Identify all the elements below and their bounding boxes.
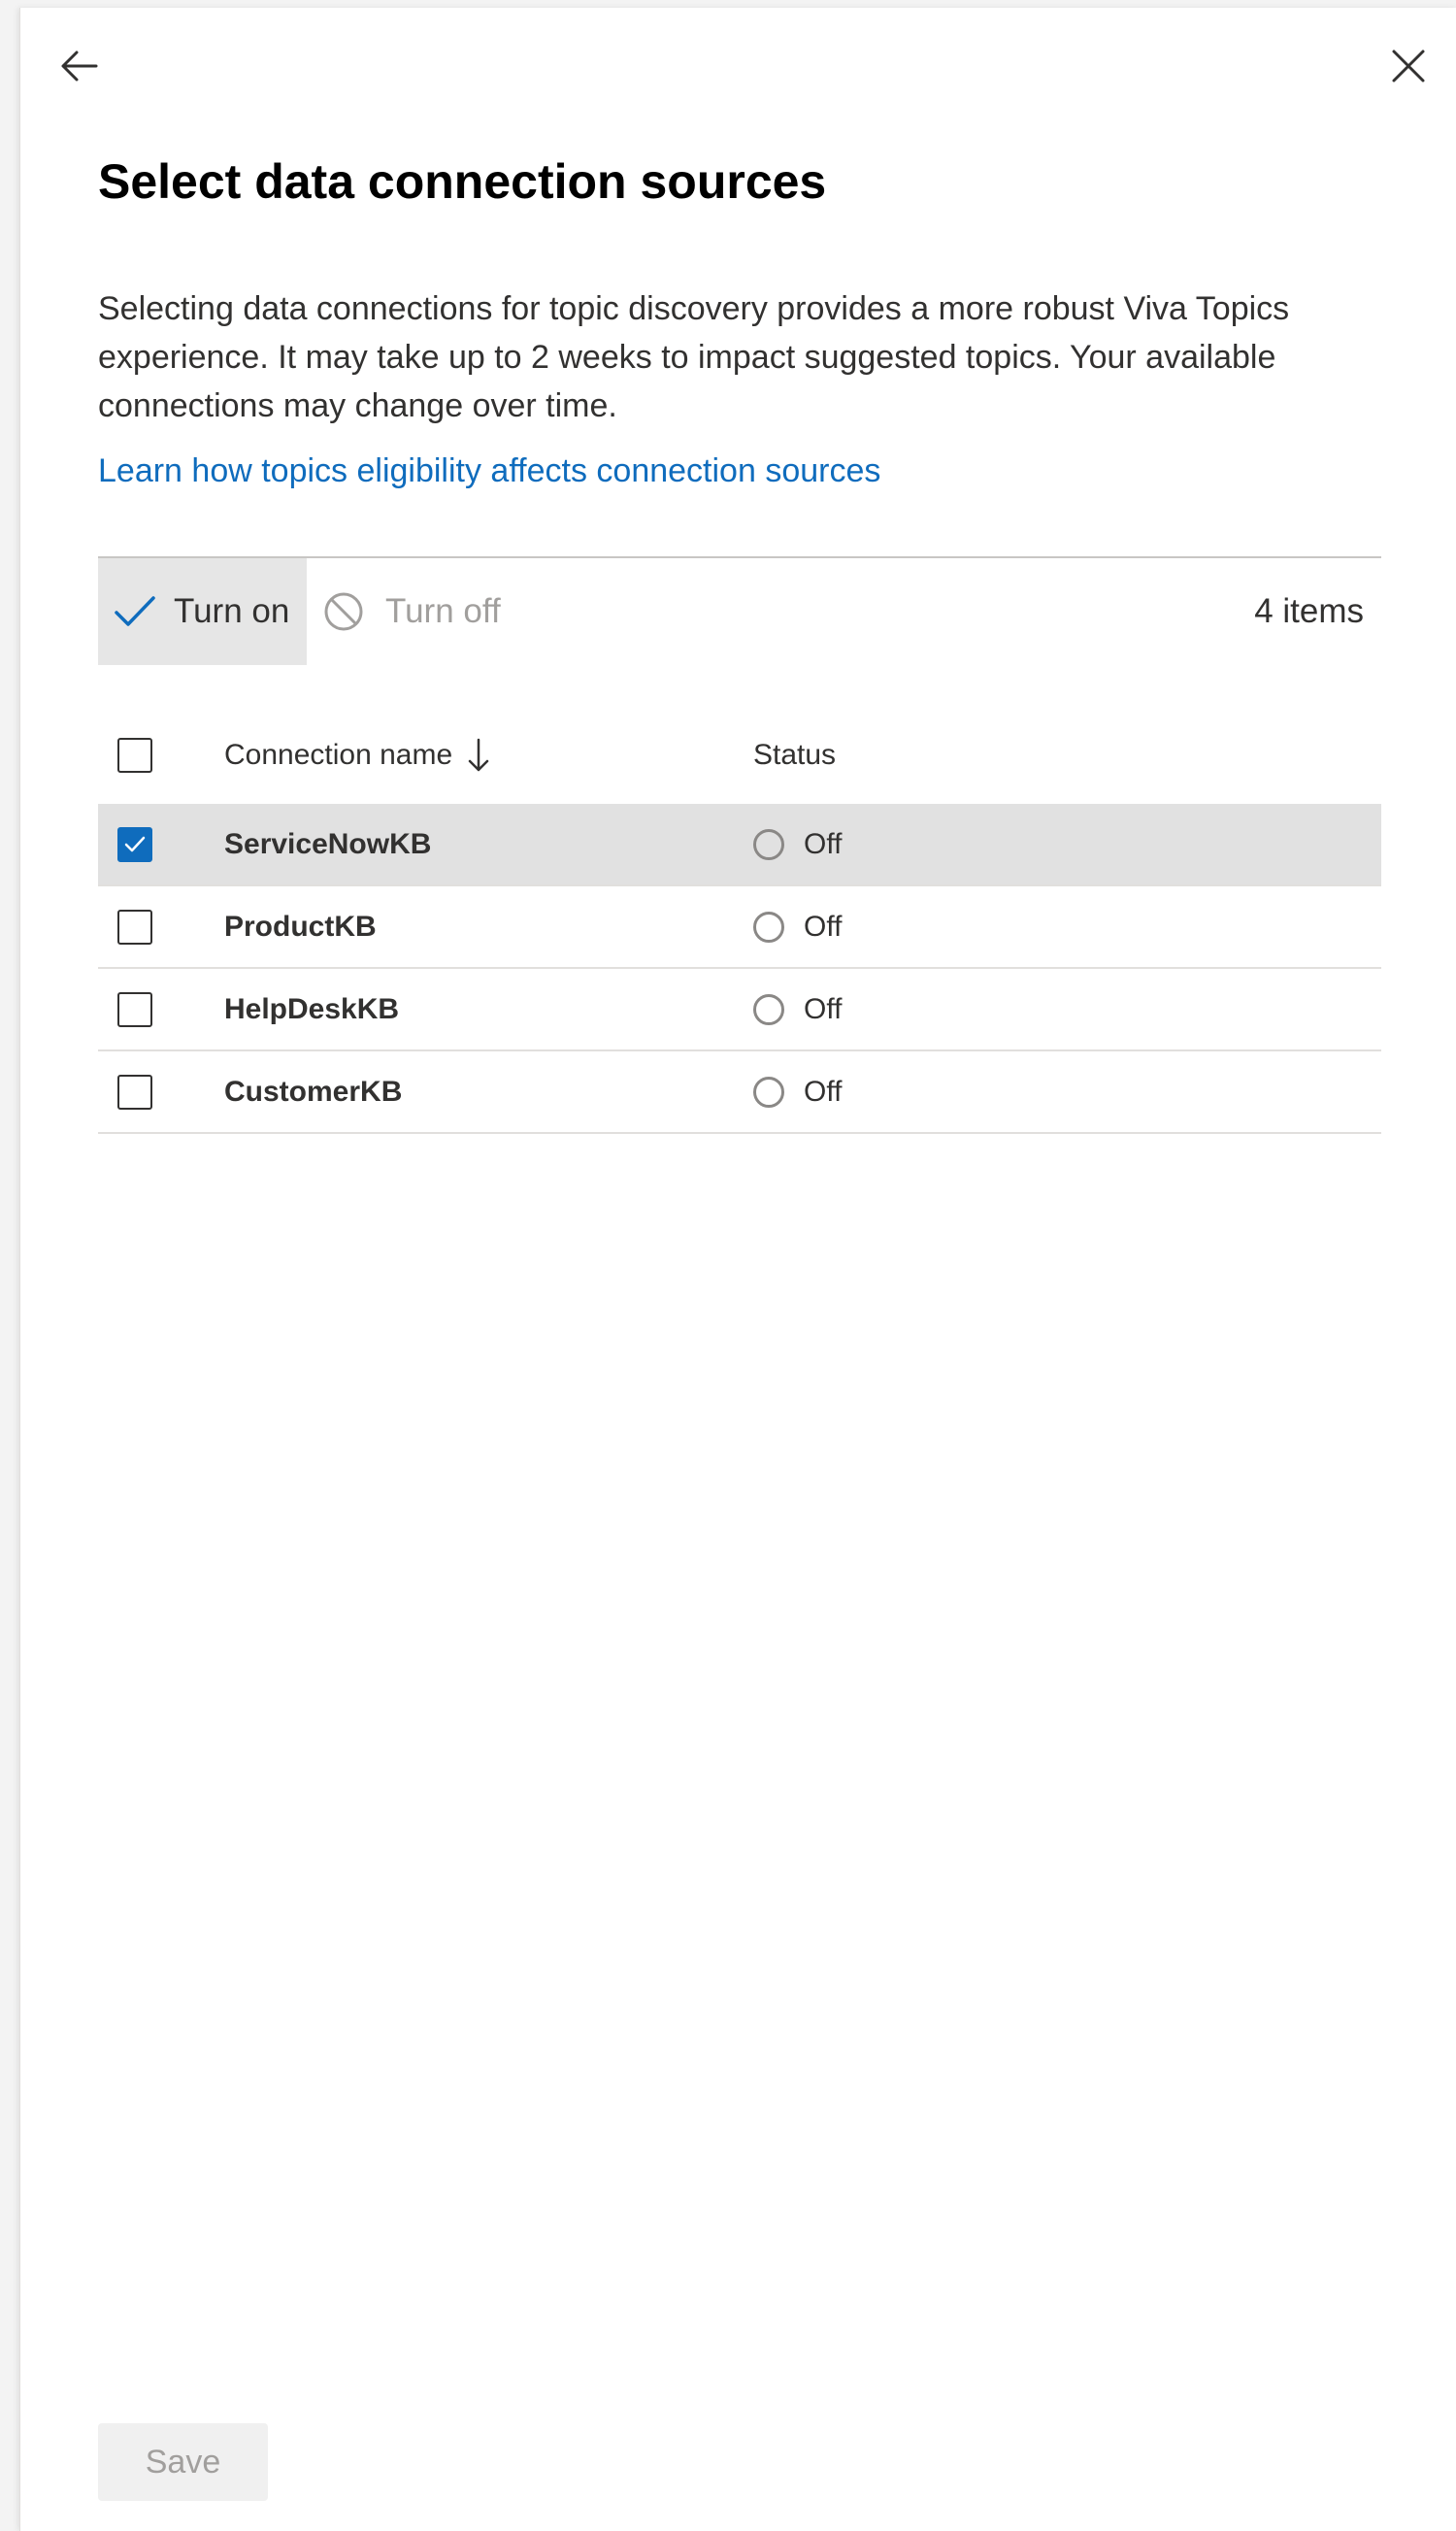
panel-description: Selecting data connections for topic dis…	[98, 290, 1290, 424]
connection-name: CustomerKB	[224, 1075, 403, 1108]
status-cell: Off	[753, 828, 842, 861]
blocked-icon	[323, 591, 364, 632]
turn-off-button[interactable]: Turn off	[323, 558, 501, 665]
row-checkbox[interactable]	[117, 1074, 152, 1110]
checkmark-icon	[124, 836, 146, 851]
status-off-icon	[753, 828, 784, 860]
status-label: Off	[804, 827, 843, 860]
row-checkbox[interactable]	[117, 909, 152, 945]
row-checkbox[interactable]	[117, 991, 152, 1027]
status-label: Off	[804, 992, 843, 1025]
item-count: 4 items	[1254, 592, 1364, 630]
status-off-icon	[753, 993, 784, 1025]
table-row[interactable]: CustomerKB Off	[98, 1051, 1381, 1134]
turn-on-label: Turn on	[174, 592, 290, 630]
save-button[interactable]: Save	[98, 2423, 268, 2501]
column-header-connection-name[interactable]: Connection name	[224, 738, 489, 773]
status-cell: Off	[753, 1076, 842, 1109]
select-all-checkbox[interactable]	[117, 738, 152, 773]
arrow-down-icon	[468, 738, 489, 773]
connection-sources-panel: Select data connection sources Selecting…	[19, 8, 1456, 2531]
status-cell: Off	[753, 993, 842, 1026]
column-header-status[interactable]: Status	[753, 739, 836, 772]
status-label: Off	[804, 1075, 843, 1108]
connections-table: Connection name Status ServiceNowKB Off	[98, 707, 1381, 1134]
connection-name: HelpDeskKB	[224, 992, 400, 1025]
back-button[interactable]	[50, 37, 108, 95]
command-bar: Turn on Turn off 4 items	[98, 556, 1381, 665]
close-button[interactable]	[1379, 37, 1438, 95]
connection-name: ServiceNowKB	[224, 827, 432, 860]
row-checkbox[interactable]	[117, 826, 152, 862]
table-row[interactable]: HelpDeskKB Off	[98, 969, 1381, 1051]
table-row[interactable]: ProductKB Off	[98, 886, 1381, 969]
turn-off-label: Turn off	[385, 592, 501, 630]
turn-on-button[interactable]: Turn on	[98, 558, 307, 665]
column-header-name-label: Connection name	[224, 739, 453, 771]
status-off-icon	[753, 1076, 784, 1108]
close-icon	[1392, 50, 1425, 83]
table-row[interactable]: ServiceNowKB Off	[98, 804, 1381, 886]
status-label: Off	[804, 910, 843, 943]
table-header: Connection name Status	[98, 707, 1381, 804]
status-off-icon	[753, 911, 784, 943]
arrow-left-icon	[61, 50, 98, 82]
checkmark-icon	[114, 594, 156, 629]
status-cell: Off	[753, 911, 842, 944]
panel-title: Select data connection sources	[98, 154, 827, 209]
learn-more-link[interactable]: Learn how topics eligibility affects con…	[98, 452, 880, 490]
connection-name: ProductKB	[224, 910, 377, 943]
